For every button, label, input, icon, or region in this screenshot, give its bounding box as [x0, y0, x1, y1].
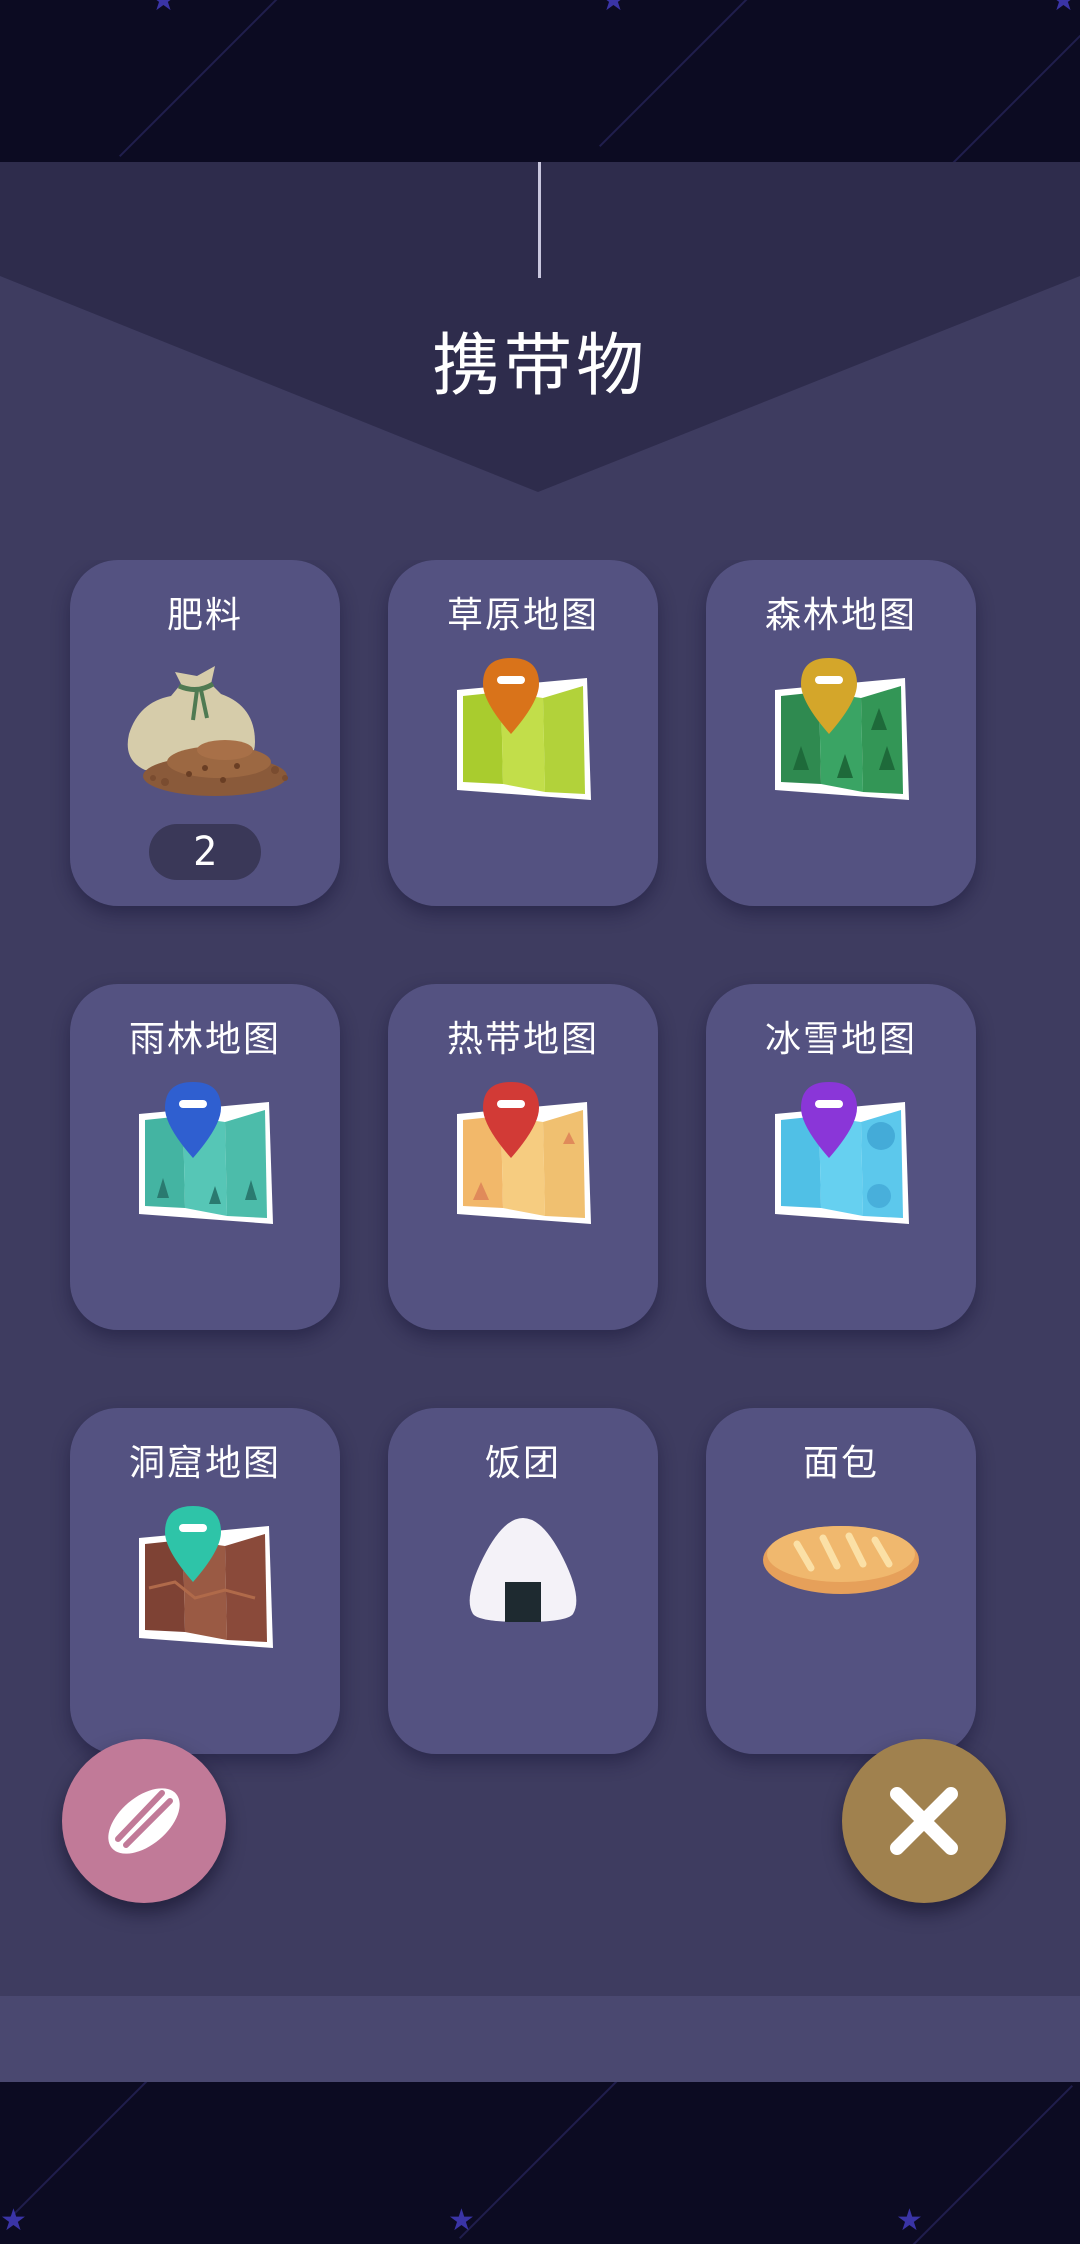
item-label: 热带地图 [446, 1019, 599, 1060]
item-card-rice-ball[interactable]: 饭团 [388, 1408, 658, 1754]
starry-background-top: ★ ★ ★ [0, 0, 1080, 162]
item-label: 森林地图 [764, 595, 917, 636]
bread-icon [763, 1526, 919, 1594]
items-grid[interactable]: 肥料 2 草原地图 森林地图 雨林地图 热带地图 冰雪地图 洞窟地图 饭团 面包 [0, 560, 1080, 1850]
star-icon: ★ [0, 2203, 27, 2238]
star-icon: ★ [600, 0, 627, 18]
close-icon [890, 1787, 958, 1855]
game-screen: ★ ★ ★ 携带物 肥料 2 草原地图 森林地图 雨林地图 热带地图 冰雪地图 … [0, 0, 1080, 2244]
item-label: 洞窟地图 [128, 1443, 281, 1484]
item-card-forest-map[interactable]: 森林地图 [706, 560, 976, 906]
seed-icon [108, 1788, 180, 1854]
item-label: 饭团 [484, 1443, 561, 1484]
starry-background-bottom: ★ ★ ★ [0, 2082, 1080, 2244]
item-card-tropical-map[interactable]: 热带地图 [388, 984, 658, 1330]
grassland-map-icon [457, 658, 591, 800]
hanger-line [538, 162, 541, 278]
forest-map-icon [775, 658, 909, 800]
cave-map-icon [139, 1506, 273, 1648]
item-card-grassland-map[interactable]: 草原地图 [388, 560, 658, 906]
rainforest-map-icon [139, 1082, 273, 1224]
fertilizer-bag-icon [127, 666, 288, 796]
panel-bottom-bar [0, 1996, 1080, 2082]
star-icon: ★ [1050, 0, 1077, 18]
close-button[interactable] [842, 1739, 1006, 1903]
item-label: 雨林地图 [128, 1019, 281, 1060]
tropical-map-icon [457, 1082, 591, 1224]
item-card-bread[interactable]: 面包 [706, 1408, 976, 1754]
item-card-cave-map[interactable]: 洞窟地图 [70, 1408, 340, 1754]
item-card-rainforest-map[interactable]: 雨林地图 [70, 984, 340, 1330]
rice-ball-icon [469, 1518, 577, 1622]
item-label: 肥料 [166, 595, 243, 636]
star-icon: ★ [896, 2203, 923, 2238]
item-label: 草原地图 [446, 595, 599, 636]
item-card-snow-map[interactable]: 冰雪地图 [706, 984, 976, 1330]
item-label: 面包 [802, 1443, 879, 1484]
item-count-badge: 2 [149, 824, 261, 880]
seed-button[interactable] [62, 1739, 226, 1903]
star-icon: ★ [448, 2203, 475, 2238]
snow-map-icon [775, 1082, 909, 1224]
panel-title: 携带物 [431, 327, 648, 406]
star-icon: ★ [150, 0, 177, 18]
item-card-fertilizer[interactable]: 肥料 2 [70, 560, 340, 906]
item-label: 冰雪地图 [764, 1019, 917, 1060]
